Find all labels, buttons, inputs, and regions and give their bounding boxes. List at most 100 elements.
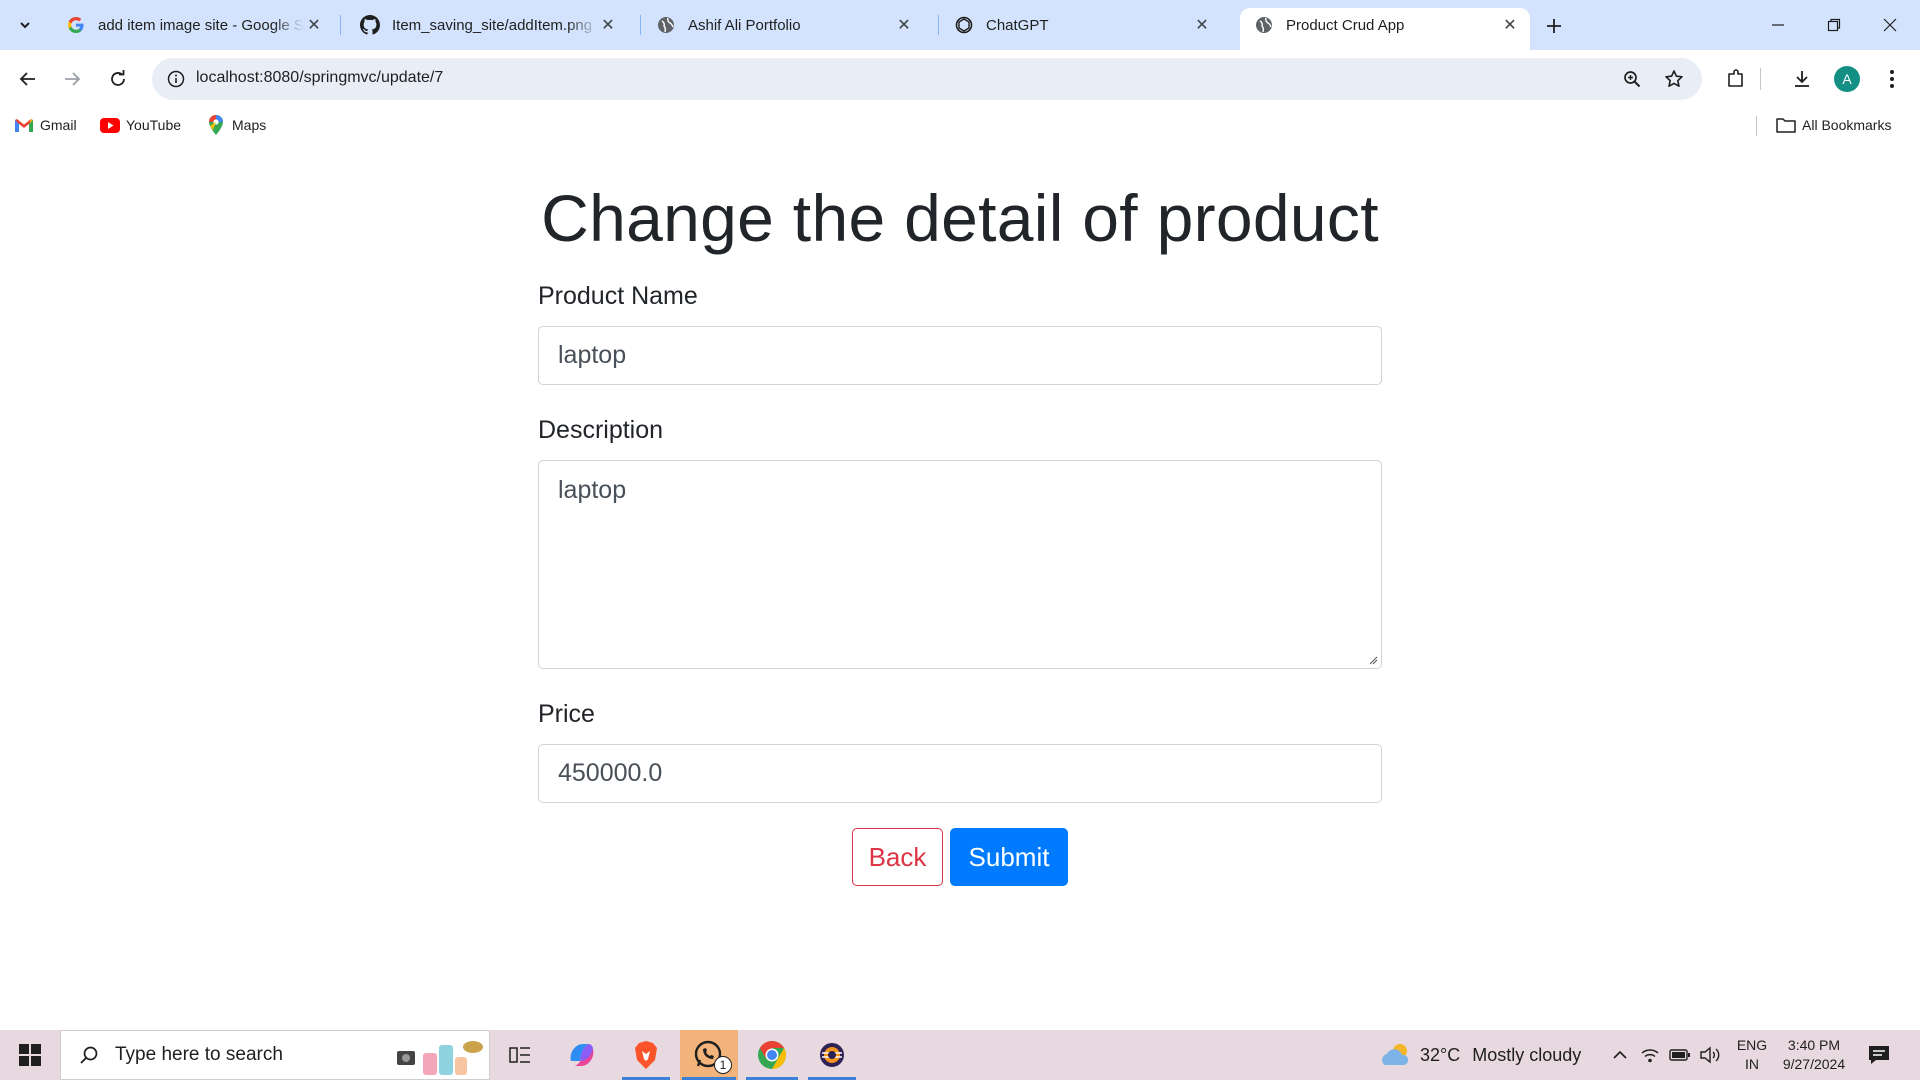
arrow-right-icon [65,72,81,86]
tab-separator [938,15,939,35]
close-icon[interactable]: ✕ [598,15,618,35]
submit-button[interactable]: Submit [950,828,1068,886]
google-icon [66,15,86,35]
close-icon[interactable]: ✕ [894,15,914,35]
tab-title: Product Crud App [1286,16,1405,34]
region-code: IN [1745,1056,1759,1072]
tab-search-button[interactable] [10,10,40,40]
product-name-input[interactable]: laptop [538,326,1382,385]
bookmarks-divider [1756,116,1757,136]
extensions-icon[interactable] [1720,63,1752,95]
start-button[interactable] [0,1030,60,1080]
bookmark-youtube[interactable]: YouTube [100,114,181,136]
restore-button[interactable] [1806,0,1862,50]
clock-time: 3:40 PM [1787,1037,1841,1053]
resize-grip-icon[interactable] [1368,655,1378,665]
bookmark-maps[interactable]: Maps [206,114,266,136]
weather-widget[interactable]: 32°C Mostly cloudy [1378,1030,1581,1080]
globe-icon [656,15,676,35]
folder-icon [1776,116,1796,134]
site-info-icon[interactable] [160,63,192,95]
tab-title: Ashif Ali Portfolio [688,16,801,34]
description-textarea[interactable]: laptop [538,460,1382,669]
tab-strip: add item image site - Google Se ✕ Item_s… [0,0,1920,50]
reload-button[interactable] [102,63,134,95]
windows-logo-icon [19,1044,41,1066]
plus-icon [1547,19,1561,33]
back-nav-button[interactable] [12,63,44,95]
chevron-up-icon[interactable] [1608,1043,1632,1067]
whatsapp-badge: 1 [714,1056,732,1074]
tab-google-search[interactable]: add item image site - Google Se ✕ [52,8,334,42]
url-text[interactable]: localhost:8080/springmvc/update/7 [196,69,443,87]
notification-icon [1869,1046,1889,1064]
address-bar[interactable]: localhost:8080/springmvc/update/7 [152,58,1702,100]
chrome-button[interactable] [744,1030,800,1080]
all-bookmarks-button[interactable]: All Bookmarks [1776,114,1891,136]
github-icon [360,15,380,35]
globe-icon [1254,15,1274,35]
new-tab-button[interactable] [1540,12,1568,40]
tab-separator [640,15,641,35]
bookmark-label: YouTube [126,117,182,133]
volume-icon[interactable] [1698,1043,1722,1067]
back-button[interactable]: Back [852,828,943,886]
whatsapp-button[interactable]: 1 [680,1030,738,1080]
language-code: ENG [1736,1037,1768,1053]
restore-icon [1827,18,1841,32]
close-window-button[interactable] [1862,0,1918,50]
chrome-icon [758,1041,786,1069]
tab-portfolio[interactable]: Ashif Ali Portfolio ✕ [642,8,924,42]
toolbar-separator [1760,68,1761,90]
bookmark-gmail[interactable]: Gmail [14,114,77,136]
eclipse-ide-button[interactable] [806,1030,858,1080]
system-clock[interactable]: 3:40 PM 9/27/2024 [1772,1036,1856,1074]
weather-temperature: 32°C [1420,1044,1461,1065]
tab-product-crud-app[interactable]: Product Crud App ✕ [1240,8,1530,50]
copilot-button[interactable] [556,1030,608,1080]
task-view-button[interactable] [494,1030,546,1080]
download-icon[interactable] [1786,63,1818,95]
bookmark-label: Maps [232,117,267,133]
notification-center-button[interactable] [1862,1042,1896,1068]
close-icon[interactable]: ✕ [1192,15,1212,35]
clock-date: 9/27/2024 [1782,1056,1846,1072]
minimize-button[interactable] [1750,0,1806,50]
tab-github[interactable]: Item_saving_site/addItem.png a ✕ [346,8,628,42]
price-input[interactable]: 450000.0 [538,744,1382,803]
windows-taskbar: Type here to search 1 32°C Mostly cloudy [0,1030,1920,1080]
description-value: laptop [558,476,627,504]
bookmark-label: Gmail [40,117,77,133]
product-name-label: Product Name [538,282,698,310]
close-icon[interactable]: ✕ [304,15,324,35]
tab-title: add item image site - Google Se [98,16,304,34]
close-icon [1883,18,1897,32]
wifi-icon[interactable] [1638,1043,1662,1067]
weather-condition: Mostly cloudy [1472,1044,1582,1065]
profile-avatar[interactable]: A [1834,66,1860,92]
bookmarks-bar: Gmail YouTube Maps All Bookmarks [0,108,1920,142]
brave-browser-button[interactable] [620,1030,672,1080]
bookmark-star-icon[interactable] [1658,63,1690,95]
travel-illustration-icon [397,1041,483,1075]
search-placeholder: Type here to search [115,1044,283,1065]
description-label: Description [538,416,664,444]
more-menu-icon[interactable] [1876,63,1908,95]
input-language-indicator[interactable]: ENG IN [1734,1036,1770,1074]
copilot-icon [570,1044,594,1066]
zoom-icon[interactable] [1616,63,1648,95]
price-label: Price [538,700,595,728]
search-icon [77,1043,101,1067]
eclipse-icon [820,1043,844,1067]
chatgpt-icon [954,15,974,35]
forward-nav-button[interactable] [56,63,88,95]
task-view-icon [509,1047,530,1063]
close-icon[interactable]: ✕ [1500,15,1520,35]
chevron-down-icon [20,22,30,29]
tab-separator [340,15,341,35]
tab-chatgpt[interactable]: ChatGPT ✕ [940,8,1222,42]
page-content: Change the detail of product Product Nam… [0,142,1920,1030]
battery-icon[interactable] [1668,1043,1692,1067]
arrow-left-icon [19,72,35,86]
taskbar-search[interactable]: Type here to search [60,1030,490,1080]
